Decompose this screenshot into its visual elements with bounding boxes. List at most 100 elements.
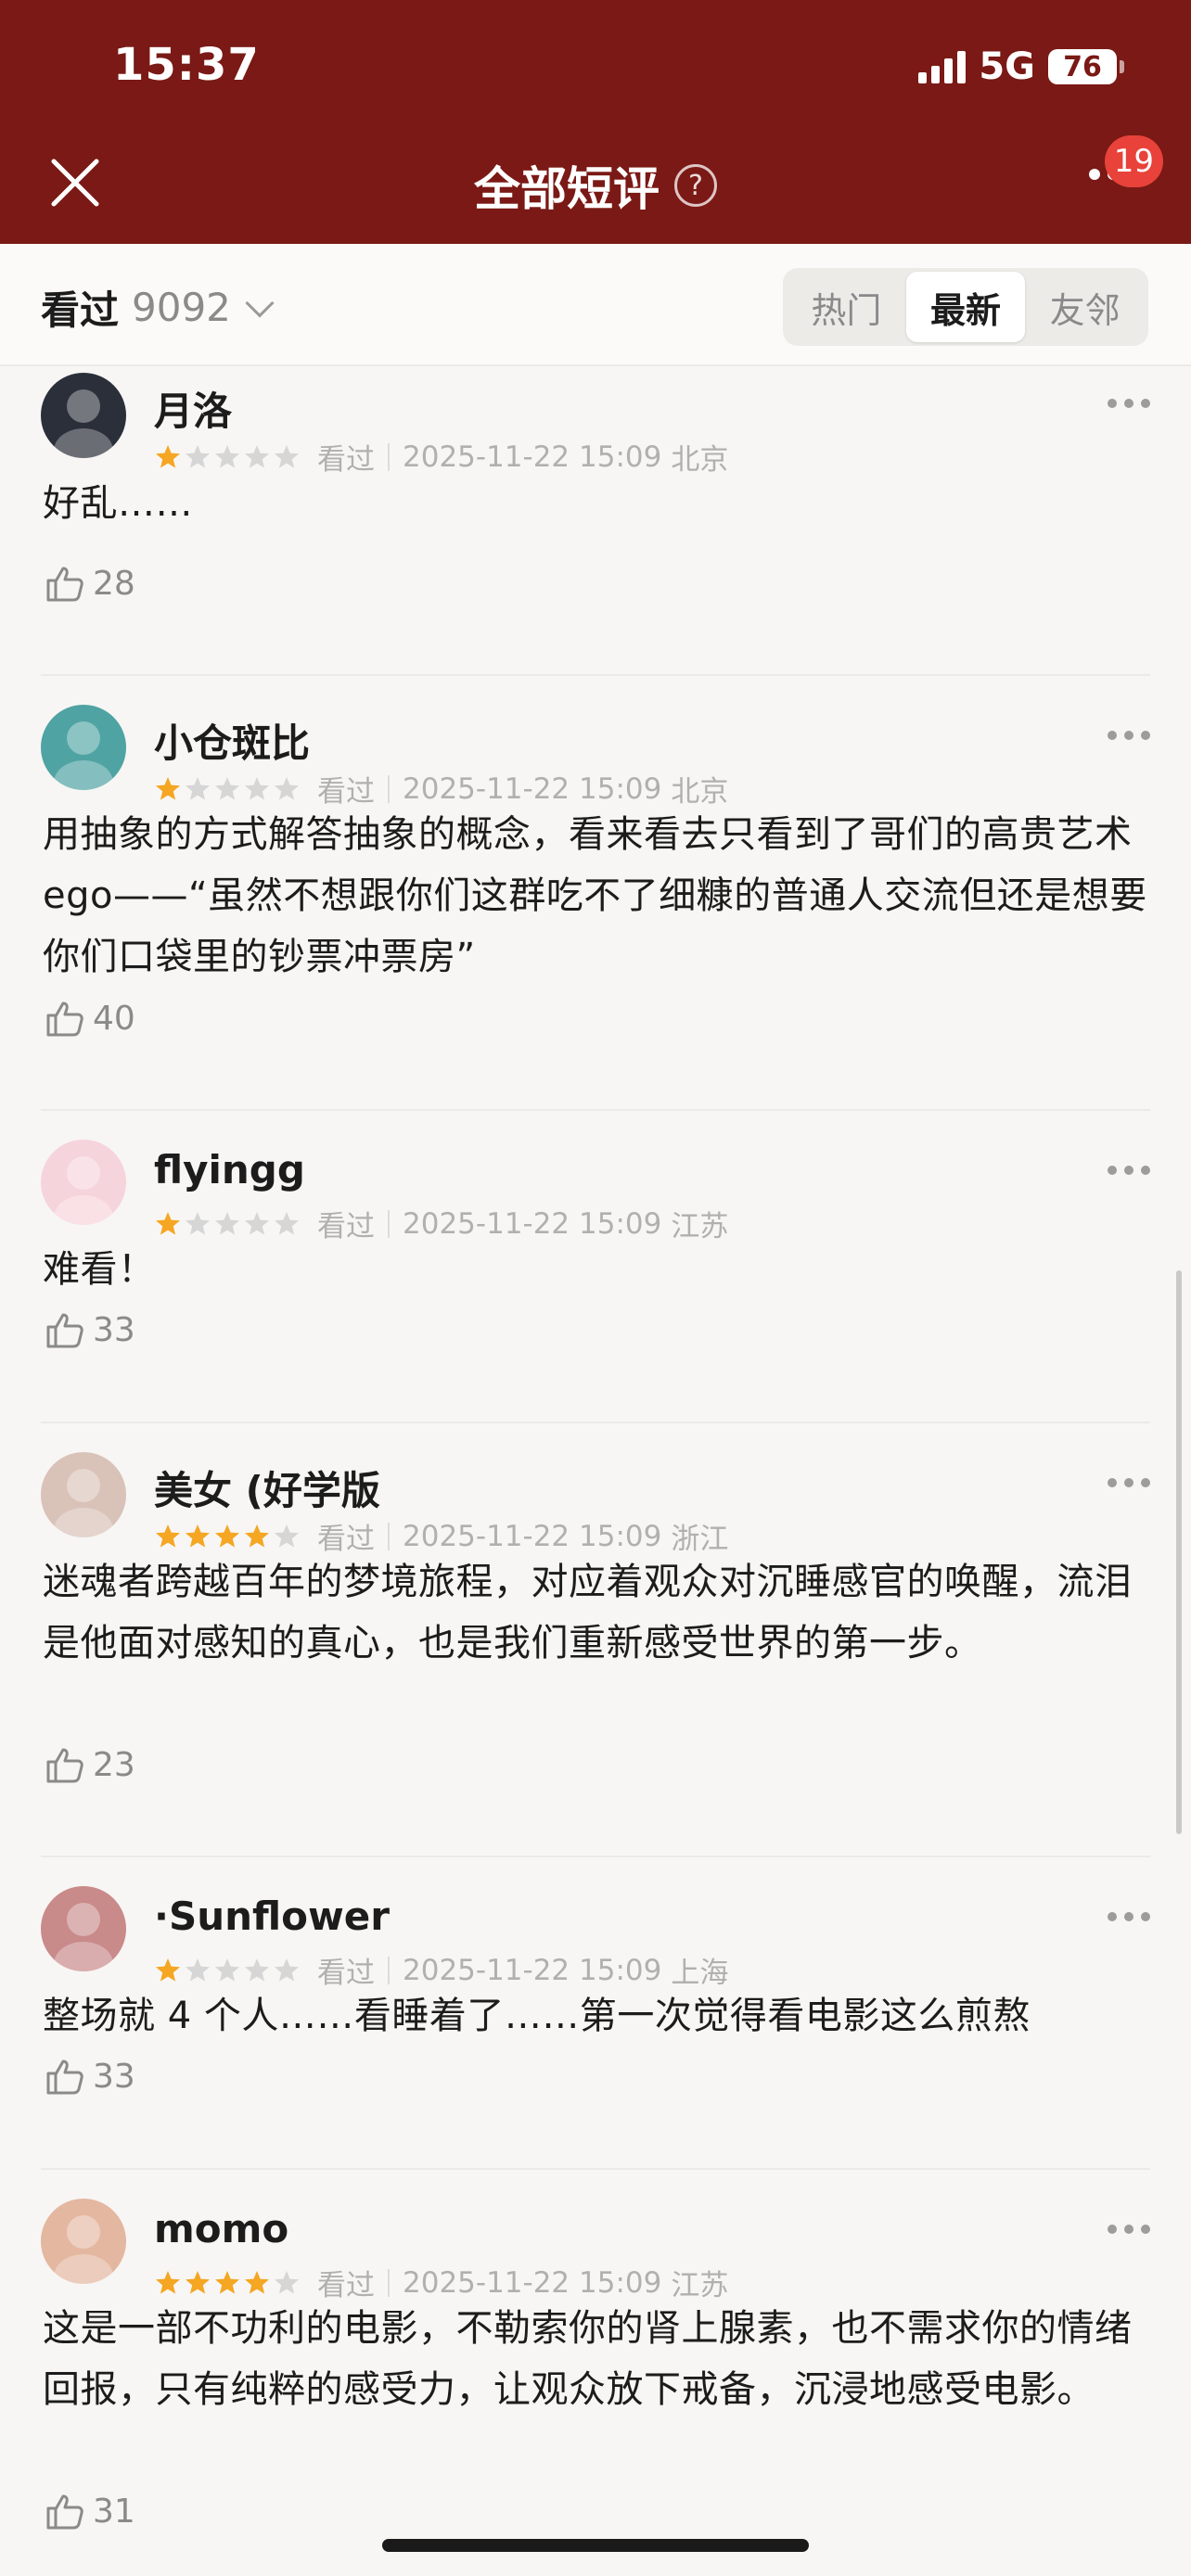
divider [388, 774, 390, 803]
star-icon [186, 776, 210, 800]
seen-filter-dropdown[interactable]: 看过 9092 [41, 279, 275, 336]
network-label: 5G [979, 45, 1035, 88]
username[interactable]: flyingg [154, 1147, 305, 1192]
star-icon [186, 1958, 210, 1982]
comment-text: 用抽象的方式解答抽象的概念，看来看去只看到了哥们的高贵艺术 ego——“虽然不想… [43, 813, 1147, 978]
divider [388, 1522, 390, 1550]
seen-filter-label: 看过 [41, 287, 120, 333]
chevron-down-icon [245, 287, 275, 318]
comment-item[interactable]: ·Sunflower 看过 2025-11-22 15:09 上海 整场就 4 … [41, 1857, 1150, 2170]
page-title: 全部短评 ? [0, 152, 1191, 219]
more-options-icon[interactable] [1108, 2225, 1150, 2234]
more-options-icon[interactable] [1108, 1166, 1150, 1175]
more-options-icon[interactable] [1108, 1478, 1150, 1487]
comment-text: 难看！ [43, 1248, 156, 1291]
thumbs-up-icon [46, 567, 83, 602]
star-icon [215, 1958, 239, 1982]
like-count: 40 [93, 999, 135, 1038]
star-icon [215, 776, 239, 800]
star-icon [156, 776, 180, 800]
star-icon [156, 1211, 180, 1235]
comment-time: 2025-11-22 15:09 [403, 1953, 662, 1987]
star-icon [275, 1524, 299, 1548]
help-icon[interactable]: ? [674, 164, 717, 207]
avatar[interactable] [41, 705, 126, 790]
scrollbar[interactable] [1176, 1270, 1182, 1834]
rating-stars [154, 775, 301, 803]
username[interactable]: ·Sunflower [154, 1894, 390, 1939]
rating-stars [154, 1523, 301, 1550]
star-icon [156, 1958, 180, 1982]
comment-time: 2025-11-22 15:09 [403, 1206, 662, 1241]
sort-tabs: 热门 最新 友邻 [783, 268, 1148, 346]
rating-stars [154, 1957, 301, 1984]
comment-text: 整场就 4 个人……看睡着了……第一次觉得看电影这么煎熬 [43, 1995, 1031, 2037]
comment-item[interactable]: flyingg 看过 2025-11-22 15:09 江苏 难看！ 33 [41, 1111, 1150, 1423]
avatar[interactable] [41, 2199, 126, 2284]
like-button[interactable]: 23 [43, 1742, 135, 1787]
status-time: 15:37 [113, 39, 260, 91]
comment-item[interactable]: 小仓斑比 看过 2025-11-22 15:09 北京 用抽象的方式解答抽象的概… [41, 676, 1150, 1111]
star-icon [275, 776, 299, 800]
star-icon [215, 1211, 239, 1235]
like-count: 33 [93, 1310, 135, 1349]
comment-time: 2025-11-22 15:09 [403, 2265, 662, 2300]
comment-item[interactable]: 美女 (好学版 看过 2025-11-22 15:09 浙江 迷魂者跨越百年的梦… [41, 1423, 1150, 1857]
like-button[interactable]: 40 [43, 996, 135, 1040]
star-icon [245, 1958, 269, 1982]
like-count: 31 [93, 2492, 135, 2531]
filter-bar: 看过 9092 热门 最新 友邻 [0, 244, 1191, 366]
star-icon [156, 444, 180, 468]
comment-item[interactable]: momo 看过 2025-11-22 15:09 江苏 这是一部不功利的电影，不… [41, 2170, 1150, 2576]
avatar[interactable] [41, 1886, 126, 1971]
like-count: 33 [93, 2057, 135, 2096]
seen-count: 9092 [132, 285, 231, 330]
star-icon [245, 1211, 269, 1235]
avatar[interactable] [41, 1140, 126, 1225]
avatar[interactable] [41, 1452, 126, 1537]
star-icon [186, 1211, 210, 1235]
like-button[interactable]: 31 [43, 2489, 135, 2533]
username[interactable]: 美女 (好学版 [154, 1460, 380, 1516]
rating-stars [154, 443, 301, 471]
comment-meta: 看过 2025-11-22 15:09 北京 [154, 436, 728, 478]
like-button[interactable]: 28 [43, 561, 135, 606]
rating-stars [154, 2269, 301, 2297]
like-button[interactable]: 33 [43, 2054, 135, 2098]
comment-text: 好乱…… [43, 482, 193, 525]
signal-icon [918, 50, 967, 83]
star-icon [275, 2270, 299, 2294]
comment-location: 北京 [671, 443, 729, 477]
thumbs-up-icon [46, 2060, 83, 2095]
thumbs-up-icon [46, 1313, 83, 1348]
star-icon [245, 1524, 269, 1548]
comment-item[interactable]: 月洛 看过 2025-11-22 15:09 北京 好乱…… 28 [41, 366, 1150, 676]
divider [388, 2268, 390, 2297]
like-button[interactable]: 33 [43, 1307, 135, 1352]
divider [388, 442, 390, 471]
star-icon [245, 776, 269, 800]
star-icon [215, 2270, 239, 2294]
username[interactable]: momo [154, 2206, 288, 2251]
top-bar: 15:37 5G 76 全部短评 ? 19 [0, 0, 1191, 244]
star-icon [275, 1211, 299, 1235]
more-options-icon[interactable] [1108, 1912, 1150, 1921]
star-icon [186, 444, 210, 468]
username[interactable]: 月洛 [154, 380, 232, 437]
star-icon [245, 444, 269, 468]
more-options-icon[interactable] [1108, 399, 1150, 408]
comment-time: 2025-11-22 15:09 [403, 440, 662, 474]
tab-friends[interactable]: 友邻 [1025, 272, 1145, 342]
home-indicator[interactable] [382, 2539, 809, 2552]
comment-time: 2025-11-22 15:09 [403, 1519, 662, 1553]
more-options-icon[interactable] [1108, 731, 1150, 740]
status-indicators: 5G 76 [918, 43, 1124, 91]
thumbs-up-icon [46, 1748, 83, 1783]
comment-text: 迷魂者跨越百年的梦境旅程，对应着观众对沉睡感官的唤醒，流泪是他面对感知的真心，也… [43, 1561, 1133, 1664]
avatar[interactable] [41, 373, 126, 458]
tab-latest[interactable]: 最新 [905, 272, 1026, 342]
tab-hot[interactable]: 热门 [787, 272, 906, 342]
star-icon [156, 2270, 180, 2294]
star-icon [245, 2270, 269, 2294]
username[interactable]: 小仓斑比 [154, 712, 310, 769]
